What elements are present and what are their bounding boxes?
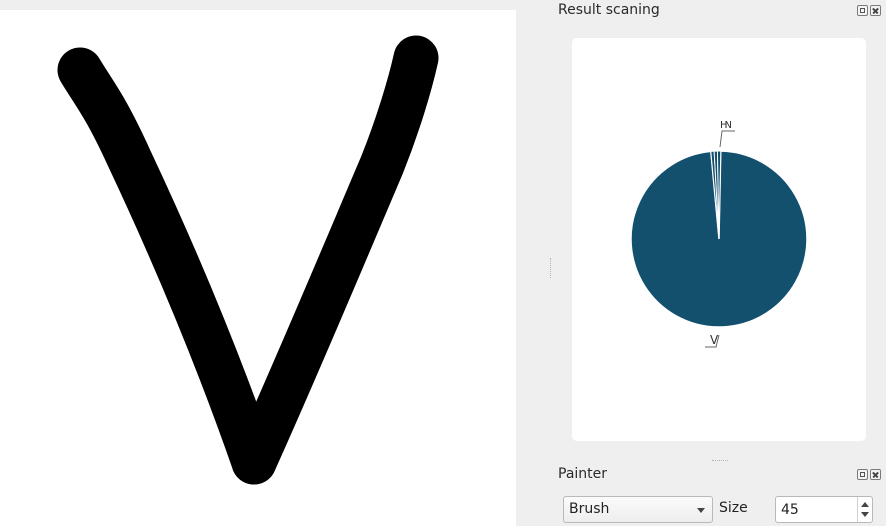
float-icon[interactable] [857, 5, 868, 16]
result-dock-buttons [857, 5, 881, 16]
result-dock-title: Result scaning [558, 2, 660, 18]
tool-select-value: Brush [569, 501, 610, 517]
brush-stroke-left [57, 47, 277, 485]
size-label: Size [719, 500, 748, 516]
drawing-surface[interactable] [0, 10, 516, 526]
spin-up-icon[interactable] [861, 502, 869, 507]
main-window: Result scaning V IHN Painter Brush Size [0, 0, 886, 526]
drawing-canvas[interactable] [0, 10, 516, 526]
pie-chart: VIHN [630, 120, 808, 348]
pie-label-top: IHN [720, 120, 732, 131]
spin-down-icon[interactable] [861, 512, 869, 517]
chevron-down-icon [697, 508, 705, 513]
size-input[interactable] [776, 497, 859, 522]
painter-dock-buttons [857, 469, 881, 480]
tool-select[interactable]: Brush [563, 496, 713, 523]
result-chart-card: V IHN [572, 38, 866, 441]
vertical-splitter-handle[interactable] [550, 258, 553, 278]
spin-buttons [857, 497, 872, 522]
horizontal-splitter-handle[interactable] [712, 460, 728, 463]
size-spinbox[interactable] [775, 496, 873, 523]
brush-stroke-right [231, 35, 439, 485]
close-icon[interactable] [870, 5, 881, 16]
close-icon[interactable] [870, 469, 881, 480]
pie-leader-top [719, 130, 735, 148]
painter-dock-title: Painter [558, 466, 608, 482]
float-icon[interactable] [857, 469, 868, 480]
